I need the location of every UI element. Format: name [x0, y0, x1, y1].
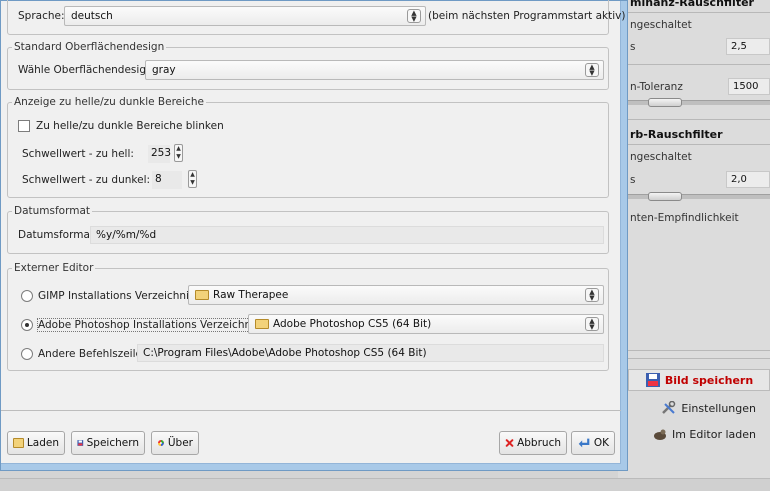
floppy-disk-icon	[77, 440, 84, 446]
theme-group: Standard Oberflächendesign Wähle Oberflä…	[7, 41, 609, 90]
gimp-directory-combobox[interactable]: Raw Therapee ▲ ▼	[188, 285, 604, 305]
clipping-indicator-group: Anzeige zu helle/zu dunkle Bereiche Zu h…	[7, 96, 609, 198]
tolerance-slider-handle[interactable]	[648, 98, 682, 107]
combo-arrows-icon: ▲ ▼	[407, 9, 421, 23]
theme-value: gray	[152, 64, 176, 76]
chroma-state[interactable]: ngeschaltet	[630, 151, 770, 163]
color-wheel-icon	[157, 440, 164, 446]
dark-threshold-input[interactable]: 8	[152, 171, 182, 189]
preferences-scroll-area: Sprache: deutsch ▲ ▼ (beim nächsten Progr…	[1, 0, 625, 411]
combo-arrows-icon: ▲ ▼	[585, 317, 599, 331]
save-label: Speichern	[86, 437, 139, 449]
gimp-label: GIMP Installations Verzeichnis:	[38, 290, 198, 302]
background-tool-panel: minanz-Rauschfilter ngeschaltet s 2,5 n-…	[618, 0, 770, 491]
bright-threshold-input[interactable]: 253	[148, 145, 171, 163]
save-image-label: Bild speichern	[664, 373, 754, 387]
photoshop-directory-combobox[interactable]: Adobe Photoshop CS5 (64 Bit) ▲ ▼	[248, 314, 604, 334]
about-button[interactable]: Über	[151, 431, 199, 455]
external-editor-legend: Externer Editor	[12, 262, 96, 274]
load-button[interactable]: Laden	[7, 431, 65, 455]
folder-icon	[195, 290, 209, 300]
combo-arrows-icon: ▲ ▼	[585, 288, 599, 302]
bright-threshold-spinner[interactable]: ▲ ▼	[174, 144, 183, 162]
tolerance-field[interactable]: 1500	[728, 78, 770, 95]
open-in-editor-label: Im Editor laden	[671, 427, 756, 441]
settings-button[interactable]: Einstellungen	[628, 397, 770, 419]
date-format-label: Datumsformat:	[18, 229, 98, 241]
dark-threshold-spinner[interactable]: ▲ ▼	[188, 170, 197, 188]
preferences-dialog-body: Sprache: deutsch ▲ ▼ (beim nächsten Progr…	[1, 0, 625, 464]
custom-command-radio[interactable]	[21, 348, 33, 360]
gimp-directory-value: Raw Therapee	[213, 289, 289, 301]
combo-arrows-icon: ▲ ▼	[585, 63, 599, 77]
edge-sensitivity-label: nten-Empfindlichkeit	[630, 212, 739, 224]
theme-group-legend: Standard Oberflächendesign	[12, 41, 167, 53]
chroma-noise-header: rb-Rauschfilter	[630, 128, 723, 141]
photoshop-label: Adobe Photoshop Installations Verzeichni…	[36, 318, 265, 332]
blink-clipping-label: Zu helle/zu dunkle Bereiche blinken	[36, 120, 224, 132]
cancel-icon	[505, 439, 514, 447]
floppy-disk-icon	[645, 373, 660, 387]
custom-command-input[interactable]: C:\Program Files\Adobe\Adobe Photoshop C…	[137, 344, 604, 362]
dark-threshold-label: Schwellwert - zu dunkel:	[22, 174, 151, 186]
chroma-slider-handle[interactable]	[648, 192, 682, 201]
about-label: Über	[167, 437, 193, 449]
language-value: deutsch	[71, 10, 113, 22]
folder-icon	[13, 438, 24, 448]
date-format-input[interactable]: %y/%m/%d	[90, 226, 604, 244]
tools-icon	[662, 401, 676, 414]
editor-icon	[653, 429, 666, 440]
luminance-s-field[interactable]: 2,5	[726, 38, 770, 55]
enter-arrow-icon	[578, 438, 590, 448]
theme-combobox[interactable]: gray ▲ ▼	[145, 60, 604, 80]
ok-button[interactable]: OK	[571, 431, 615, 455]
custom-command-label: Andere Befehlszeile:	[38, 348, 146, 360]
language-combobox[interactable]: deutsch ▲ ▼	[64, 6, 426, 26]
settings-label: Einstellungen	[681, 401, 756, 415]
bright-threshold-label: Schwellwert - zu hell:	[22, 148, 134, 160]
cancel-label: Abbruch	[517, 437, 561, 449]
preferences-dialog: Sprache: deutsch ▲ ▼ (beim nächsten Progr…	[0, 0, 628, 471]
open-in-editor-button[interactable]: Im Editor laden	[628, 423, 770, 445]
load-label: Laden	[26, 437, 59, 449]
status-bar	[0, 478, 770, 491]
language-note: (beim nächsten Programmstart aktiv)	[428, 10, 626, 22]
cancel-button[interactable]: Abbruch	[499, 431, 567, 455]
photoshop-radio[interactable]	[21, 319, 33, 331]
save-image-button[interactable]: Bild speichern	[628, 369, 770, 391]
luminance-noise-header: minanz-Rauschfilter	[630, 0, 754, 9]
language-label: Sprache:	[18, 10, 65, 22]
theme-label: Wähle Oberflächendesign:	[18, 64, 157, 76]
tolerance-slider[interactable]	[622, 100, 770, 105]
clipping-group-legend: Anzeige zu helle/zu dunkle Bereiche	[12, 96, 206, 108]
ok-label: OK	[593, 437, 609, 449]
language-group: Sprache: deutsch ▲ ▼ (beim nächsten Progr…	[7, 0, 625, 35]
date-format-group: Datumsformat Datumsformat: %y/%m/%d	[7, 205, 609, 254]
folder-icon	[255, 319, 269, 329]
date-format-legend: Datumsformat	[12, 205, 93, 217]
save-button[interactable]: Speichern	[71, 431, 145, 455]
blink-clipping-checkbox[interactable]	[18, 120, 30, 132]
external-editor-group: Externer Editor GIMP Installations Verze…	[7, 262, 609, 371]
luminance-state[interactable]: ngeschaltet	[630, 19, 770, 31]
photoshop-directory-value: Adobe Photoshop CS5 (64 Bit)	[273, 318, 432, 330]
chroma-s-field[interactable]: 2,0	[726, 171, 770, 188]
gimp-radio[interactable]	[21, 290, 33, 302]
chroma-slider[interactable]	[622, 194, 770, 199]
